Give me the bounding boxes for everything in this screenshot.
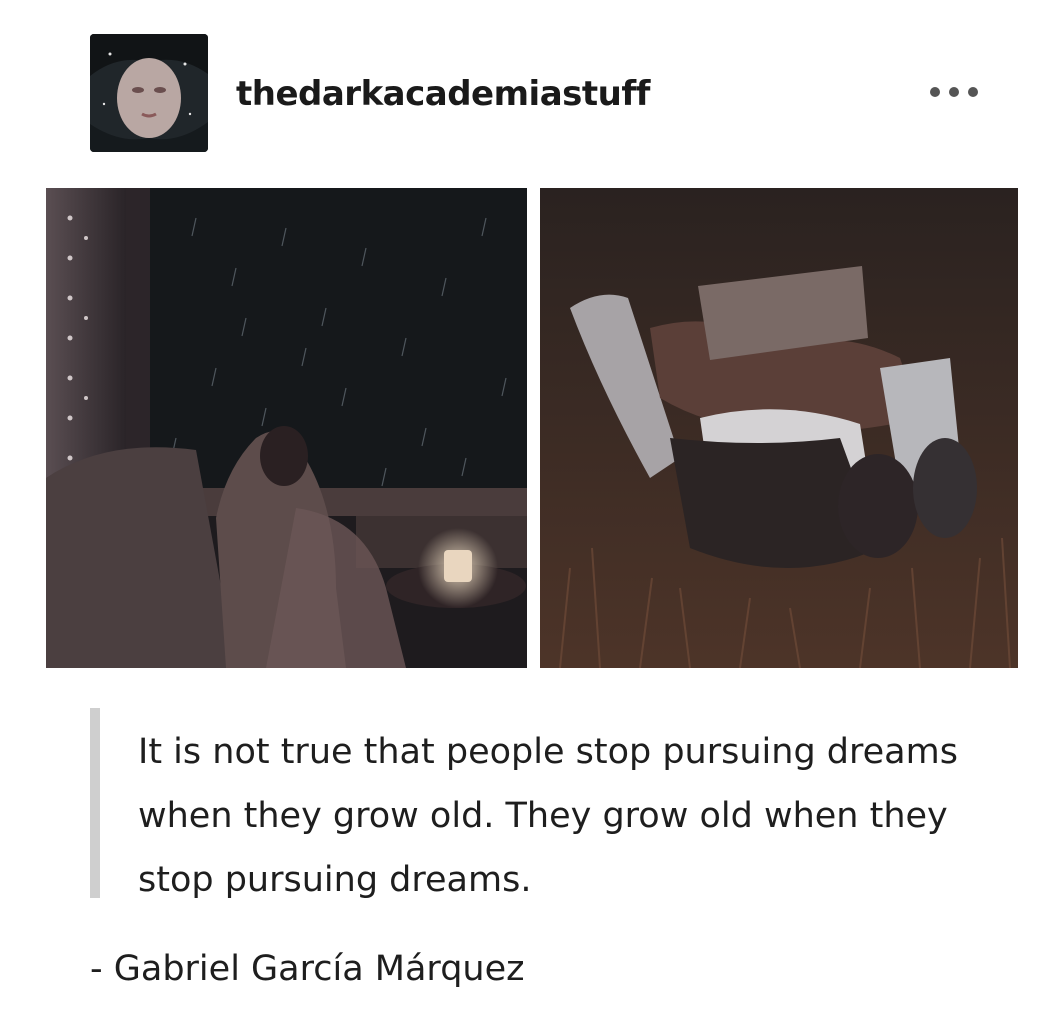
ellipsis-horizontal-icon <box>968 87 978 97</box>
quote-attribution: - Gabriel García Márquez <box>90 949 525 989</box>
photo-person-in-grass[interactable] <box>540 188 1018 668</box>
avatar[interactable] <box>90 34 208 152</box>
avatar-image <box>90 34 208 152</box>
ellipsis-horizontal-icon <box>949 87 959 97</box>
photo-person-in-grass-image <box>540 188 1018 668</box>
photo-rainy-window[interactable] <box>46 188 527 668</box>
quote-text: It is not true that people stop pursuing… <box>138 732 958 900</box>
post-header: thedarkacademiastuff <box>90 34 990 154</box>
ellipsis-horizontal-icon <box>930 87 940 97</box>
photoset <box>46 188 1018 668</box>
more-options-button[interactable] <box>930 80 978 104</box>
photo-rainy-window-image <box>46 188 527 668</box>
blog-name[interactable]: thedarkacademiastuff <box>236 74 650 114</box>
quote-block: It is not true that people stop pursuing… <box>90 708 970 900</box>
